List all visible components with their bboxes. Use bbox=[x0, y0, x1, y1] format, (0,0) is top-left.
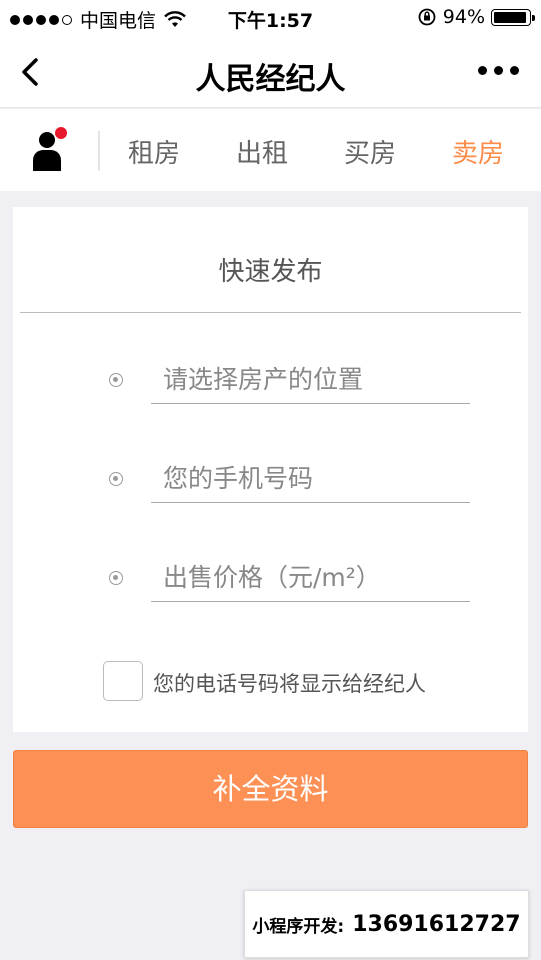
property-location-input[interactable] bbox=[151, 356, 470, 404]
show-phone-checkbox[interactable] bbox=[103, 661, 143, 701]
user-avatar-icon[interactable] bbox=[30, 127, 70, 173]
tab-bar: 租房 出租 买房 卖房 bbox=[0, 109, 541, 191]
tab-lease-out[interactable]: 出租 bbox=[236, 133, 288, 170]
more-icon[interactable] bbox=[478, 66, 519, 75]
orientation-lock-icon bbox=[418, 8, 436, 26]
battery-fill bbox=[494, 11, 526, 23]
sale-price-input[interactable] bbox=[151, 554, 470, 602]
show-phone-label: 您的电话号码将显示给经纪人 bbox=[153, 672, 426, 696]
battery-percent: 94% bbox=[442, 6, 485, 28]
page-title: 人民经纪人 bbox=[195, 62, 346, 97]
tab-sell[interactable]: 卖房 bbox=[452, 133, 504, 170]
form-divider bbox=[20, 312, 521, 313]
battery-icon bbox=[491, 8, 535, 26]
tab-buy[interactable]: 买房 bbox=[344, 133, 396, 170]
developer-label: 小程序开发: bbox=[252, 916, 345, 937]
price-bullet-icon bbox=[109, 571, 123, 585]
notification-badge bbox=[55, 127, 67, 139]
location-bullet-icon bbox=[109, 373, 123, 387]
form-title: 快速发布 bbox=[218, 257, 323, 287]
tab-rent[interactable]: 租房 bbox=[128, 133, 180, 170]
developer-contact-box: 小程序开发: 13691612727 bbox=[244, 890, 529, 958]
nav-bar: 人民经纪人 bbox=[0, 36, 541, 108]
developer-phone: 13691612727 bbox=[352, 911, 521, 937]
status-bar: 中国电信 下午1:57 94% bbox=[0, 0, 541, 36]
phone-number-input[interactable] bbox=[151, 455, 470, 503]
quick-publish-card: 快速发布 您的电话号码将显示给经纪人 bbox=[13, 207, 528, 732]
phone-bullet-icon bbox=[109, 472, 123, 486]
tab-divider bbox=[98, 131, 100, 171]
status-right: 94% bbox=[417, 6, 535, 28]
complete-info-button[interactable]: 补全资料 bbox=[13, 750, 528, 828]
